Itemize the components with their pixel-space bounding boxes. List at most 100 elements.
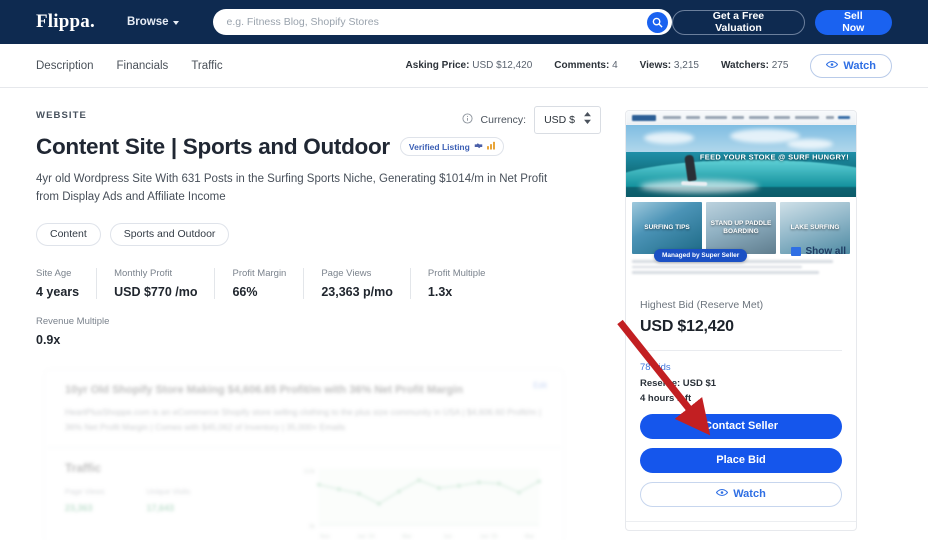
preview-divider: [45, 447, 563, 448]
stepper-arrows-icon: [584, 111, 591, 129]
stat-site-age: Site Age 4 years: [36, 268, 97, 299]
currency-label: Currency:: [481, 114, 527, 126]
listing-sidebar-card: FEED YOUR STOKE @ SURF HUNGRY! SURFING T…: [625, 110, 857, 531]
svg-text:Jan '25: Jan '25: [480, 534, 498, 540]
thumbnail-surfing-tips: SURFING TIPS: [632, 202, 702, 254]
search-icon[interactable]: [647, 12, 668, 33]
flippa-logo[interactable]: Flippa.: [36, 11, 95, 33]
meta-watchers-value: 275: [772, 60, 789, 71]
watch-button-sidebar[interactable]: Watch: [640, 482, 842, 507]
bid-panel: Highest Bid (Reserve Met) USD $12,420 78…: [626, 283, 856, 521]
get-free-valuation-button[interactable]: Get a Free Valuation: [672, 10, 804, 35]
meta-asking-price-label: Asking Price:: [406, 60, 470, 71]
browse-label: Browse: [127, 16, 169, 28]
listing-description: 4yr old Wordpress Site With 631 Posts in…: [36, 171, 561, 207]
thumbnail-paddle-boarding: STAND UP PADDLE BOARDING: [706, 202, 776, 254]
meta-watchers-label: Watchers:: [721, 60, 769, 71]
preview-metric-page-views-label: Page Views: [65, 487, 104, 496]
stat-revenue-multiple-value: 0.9x: [36, 333, 109, 347]
watch-button-header[interactable]: Watch: [810, 54, 892, 78]
chevron-down-icon: [173, 21, 179, 25]
meta-comments-value: 4: [612, 60, 618, 71]
stat-page-views-value: 23,363 p/mo: [321, 285, 393, 299]
stat-page-views-label: Page Views: [321, 268, 393, 279]
stat-site-age-label: Site Age: [36, 268, 79, 279]
stat-profit-margin: Profit Margin 66%: [232, 268, 304, 299]
watch-label-header: Watch: [843, 60, 876, 72]
tab-traffic[interactable]: Traffic: [191, 60, 222, 72]
verified-listing-badge: Verified Listing: [400, 137, 504, 156]
tab-description[interactable]: Description: [36, 60, 94, 72]
meta-views: Views: 3,215: [640, 60, 699, 71]
stat-profit-margin-value: 66%: [232, 285, 286, 299]
tag-sports-and-outdoor[interactable]: Sports and Outdoor: [110, 223, 230, 246]
stat-monthly-profit: Monthly Profit USD $770 /mo: [114, 268, 215, 299]
screenshot-hero-banner: FEED YOUR STOKE @ SURF HUNGRY!: [626, 125, 856, 197]
listing-title-row: Content Site | Sports and Outdoor Verifi…: [36, 134, 601, 160]
contact-seller-button[interactable]: Contact Seller: [640, 414, 842, 439]
bids-count-link[interactable]: 78 bids: [640, 362, 842, 373]
screenshot-site-logo: [632, 115, 656, 121]
site-screenshot-preview[interactable]: FEED YOUR STOKE @ SURF HUNGRY! SURFING T…: [626, 111, 856, 283]
super-seller-badge: Managed by Super Seller: [654, 249, 747, 262]
screenshot-footer-text: Managed by Super Seller Show all: [626, 258, 856, 283]
listing-tags: Content Sports and Outdoor: [36, 223, 601, 246]
bid-divider: [640, 350, 842, 351]
currency-value: USD $: [544, 114, 575, 126]
highest-bid-label: Highest Bid (Reserve Met): [640, 299, 842, 311]
stat-site-age-value: 4 years: [36, 285, 79, 299]
stat-revenue-multiple-label: Revenue Multiple: [36, 316, 109, 327]
stat-page-views: Page Views 23,363 p/mo: [321, 268, 411, 299]
preview-metric-unique-visits-label: Unique Visits: [146, 487, 190, 496]
svg-text:Nov: Nov: [320, 534, 330, 540]
stat-profit-multiple-label: Profit Multiple: [428, 268, 486, 279]
currency-select[interactable]: USD $: [534, 106, 601, 134]
search-input[interactable]: [227, 16, 648, 28]
eye-icon: [716, 488, 728, 500]
handshake-icon: [474, 141, 483, 152]
stat-profit-margin-label: Profit Margin: [232, 268, 286, 279]
tag-content[interactable]: Content: [36, 223, 101, 246]
preview-traffic-chart: 110k0kNovJan '24MarJunJan '25Mar: [293, 461, 543, 540]
page-root: Flippa. Browse Get a Free Valuation Sell…: [0, 0, 928, 540]
stat-profit-multiple: Profit Multiple 1.3x: [428, 268, 503, 299]
preview-metric-unique-visits-value: 17,643: [146, 503, 190, 513]
tab-financials[interactable]: Financials: [117, 60, 169, 72]
stat-revenue-multiple: Revenue Multiple 0.9x: [36, 316, 126, 347]
preview-metric-page-views-value: 23,363: [65, 503, 104, 513]
preview-metric-page-views: Page Views 23,363: [65, 487, 104, 513]
sell-now-button[interactable]: Sell Now: [815, 10, 892, 35]
thumbnail-paddle-boarding-label: STAND UP PADDLE BOARDING: [706, 202, 776, 254]
info-icon: [462, 111, 473, 129]
preview-card-subtitle: HeartPlusShoppe.com is an eCommerce Shop…: [65, 405, 543, 436]
svg-text:0k: 0k: [309, 524, 315, 530]
listing-tabs: Description Financials Traffic: [36, 60, 223, 72]
listing-sidebar-column: FEED YOUR STOKE @ SURF HUNGRY! SURFING T…: [625, 110, 857, 540]
preview-card-title: 10yr Old Shopify Store Making $4,606.65 …: [65, 384, 543, 396]
preview-traffic-section: Traffic Page Views 23,363 Unique Visits …: [65, 461, 543, 540]
chart-icon: [791, 247, 801, 256]
show-all-label: Show all: [805, 246, 846, 257]
show-all-button[interactable]: Show all: [791, 246, 846, 257]
preview-traffic-metrics: Page Views 23,363 Unique Visits 17,643: [65, 487, 293, 513]
meta-watchers: Watchers: 275: [721, 60, 788, 71]
listing-meta-summary: Asking Price: USD $12,420 Comments: 4 Vi…: [406, 54, 892, 78]
card-footer-divider: [626, 521, 856, 530]
eye-icon: [826, 60, 838, 72]
svg-text:110k: 110k: [303, 469, 315, 475]
meta-comments: Comments: 4: [554, 60, 617, 71]
preview-edit-link[interactable]: Edit: [533, 381, 547, 390]
hero-headline: FEED YOUR STOKE @ SURF HUNGRY!: [700, 152, 849, 161]
place-bid-button[interactable]: Place Bid: [640, 448, 842, 473]
top-navigation-bar: Flippa. Browse Get a Free Valuation Sell…: [0, 0, 928, 44]
listing-details-column: WEBSITE Currency: USD $: [36, 110, 601, 540]
listing-type-kicker: WEBSITE: [36, 110, 462, 121]
search-bar[interactable]: [213, 9, 673, 35]
screenshot-site-nav: [626, 111, 856, 125]
stat-profit-multiple-value: 1.3x: [428, 285, 486, 299]
browse-menu[interactable]: Browse: [127, 16, 179, 28]
meta-asking-price-value: USD $12,420: [472, 60, 532, 71]
stat-monthly-profit-value: USD $770 /mo: [114, 285, 197, 299]
preview-metric-unique-visits: Unique Visits 17,643: [146, 487, 190, 513]
page-title: Content Site | Sports and Outdoor: [36, 134, 390, 160]
